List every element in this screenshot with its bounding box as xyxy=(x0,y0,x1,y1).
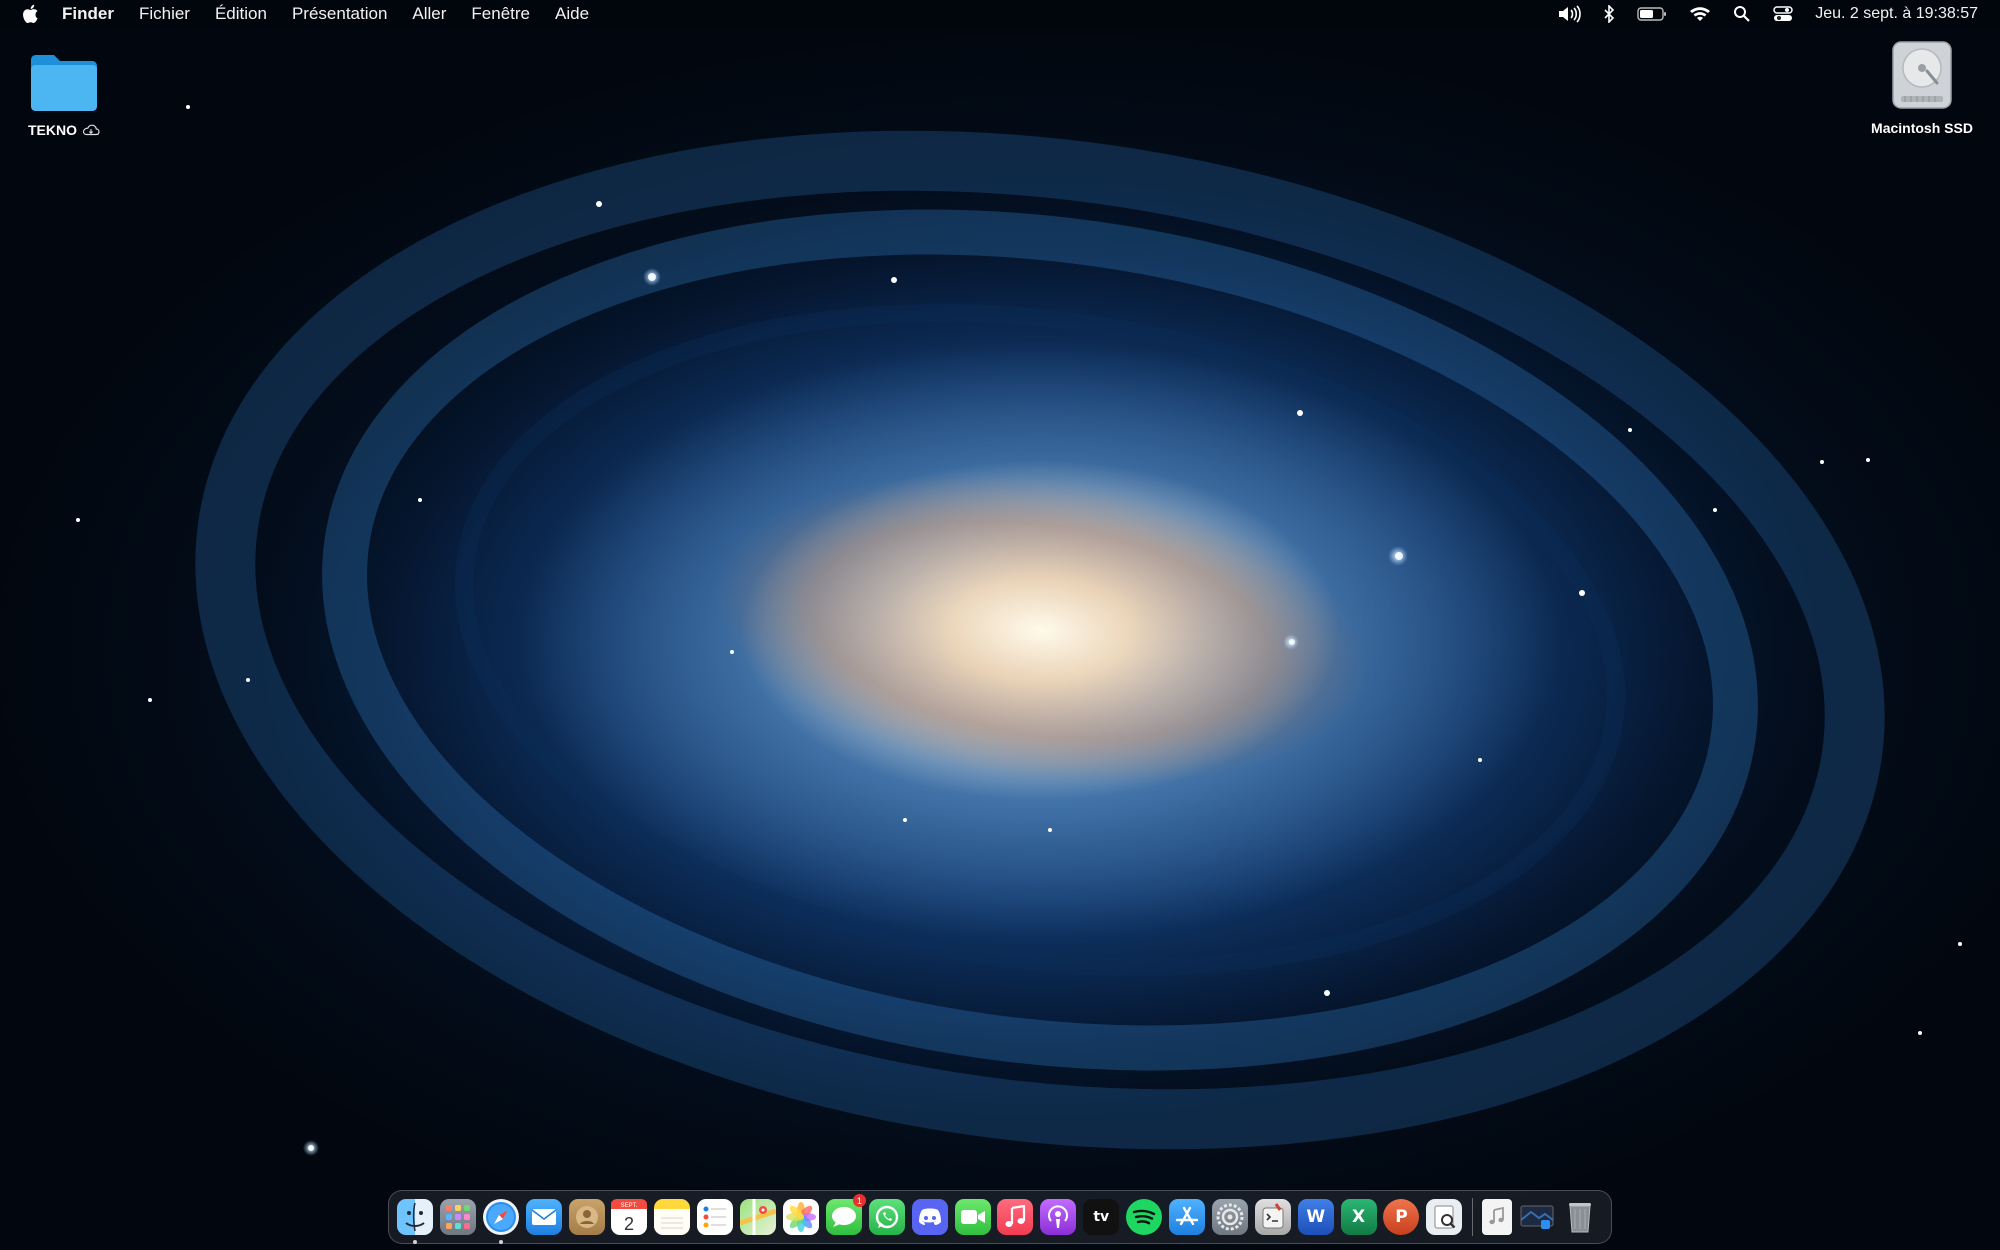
dock-app-system-preferences[interactable] xyxy=(1211,1199,1248,1235)
dock-app-preview[interactable] xyxy=(1426,1199,1463,1235)
dock-app-safari[interactable] xyxy=(482,1199,519,1244)
messages-icon xyxy=(831,1207,856,1227)
contacts-icon xyxy=(575,1206,598,1228)
dock-item-trash[interactable] xyxy=(1562,1199,1598,1235)
dock-app-maps[interactable] xyxy=(740,1199,777,1235)
finder-icon xyxy=(405,1202,425,1232)
dock-item-screenshot[interactable] xyxy=(1519,1199,1555,1235)
calendar-month: SEPT. xyxy=(621,1203,638,1209)
photos-icon xyxy=(786,1202,817,1232)
dock-app-script-editor[interactable] xyxy=(1254,1199,1291,1235)
dock-separator xyxy=(1472,1198,1474,1236)
discord-icon xyxy=(918,1208,941,1225)
whatsapp-icon xyxy=(875,1205,898,1229)
dock-app-excel[interactable]: X xyxy=(1340,1199,1377,1235)
mail-icon xyxy=(531,1209,557,1225)
dock-item-audio-file[interactable] xyxy=(1482,1199,1513,1235)
dock-app-messages[interactable]: 1 xyxy=(825,1194,866,1235)
menu-bar: Finder Fichier Édition Présentation Alle… xyxy=(0,0,2000,28)
dock-app-spotify[interactable] xyxy=(1126,1199,1163,1235)
battery-icon[interactable] xyxy=(1637,6,1667,22)
word-icon: W xyxy=(1306,1207,1326,1227)
dock-app-contacts[interactable] xyxy=(568,1199,605,1235)
menu-aller[interactable]: Aller xyxy=(412,4,446,24)
folder-icon xyxy=(31,55,97,111)
menu-fichier[interactable]: Fichier xyxy=(139,4,190,24)
running-indicator xyxy=(413,1240,417,1244)
preview-icon xyxy=(1434,1205,1456,1229)
dock-app-podcasts[interactable] xyxy=(1040,1199,1077,1235)
desktop-folder[interactable]: TEKNO xyxy=(24,52,104,138)
screenshot-stack-icon xyxy=(1520,1205,1554,1229)
dock-app-launchpad[interactable] xyxy=(439,1199,476,1235)
dock-app-discord[interactable] xyxy=(911,1199,948,1235)
dock-app-calendar[interactable]: SEPT. 2 xyxy=(611,1199,648,1235)
control-center-icon[interactable] xyxy=(1773,5,1793,23)
dock-app-facetime[interactable] xyxy=(954,1199,991,1235)
system-preferences-icon xyxy=(1216,1203,1244,1231)
facetime-icon xyxy=(960,1210,985,1224)
bluetooth-icon[interactable] xyxy=(1603,5,1615,23)
dock-app-finder[interactable] xyxy=(397,1199,433,1244)
maps-icon xyxy=(740,1199,777,1235)
reminders-icon xyxy=(703,1206,727,1228)
dock-app-powerpoint[interactable]: P xyxy=(1383,1199,1420,1235)
wifi-icon[interactable] xyxy=(1689,6,1711,22)
desktop-drive[interactable]: Macintosh SSD xyxy=(1862,38,1982,136)
safari-icon xyxy=(485,1202,516,1232)
music-icon xyxy=(1005,1205,1026,1227)
excel-icon: X xyxy=(1352,1207,1366,1227)
dock-app-appstore[interactable] xyxy=(1169,1199,1206,1235)
dock-app-reminders[interactable] xyxy=(697,1199,734,1235)
menu-clock[interactable]: Jeu. 2 sept. à 19:38:57 xyxy=(1815,5,1978,23)
spotlight-icon[interactable] xyxy=(1733,5,1751,23)
dock-app-word[interactable]: W xyxy=(1297,1199,1334,1235)
dock-app-notes[interactable] xyxy=(654,1199,691,1235)
calendar-icon: SEPT. 2 xyxy=(611,1199,648,1234)
powerpoint-icon: P xyxy=(1395,1207,1408,1227)
launchpad-icon xyxy=(445,1205,470,1229)
dock-app-music[interactable] xyxy=(997,1199,1034,1235)
folder-label: TEKNO xyxy=(28,122,77,138)
notes-icon xyxy=(661,1217,684,1229)
dock-app-mail[interactable] xyxy=(525,1199,562,1235)
calendar-day: 2 xyxy=(624,1214,634,1234)
appstore-icon xyxy=(1175,1206,1199,1226)
dock-app-whatsapp[interactable] xyxy=(868,1199,905,1235)
hard-drive-icon xyxy=(1892,41,1952,109)
menu-aide[interactable]: Aide xyxy=(555,4,589,24)
script-editor-icon xyxy=(1262,1203,1284,1229)
podcasts-icon xyxy=(1048,1205,1069,1228)
drive-label: Macintosh SSD xyxy=(1871,120,1973,136)
dock-app-photos[interactable] xyxy=(783,1199,820,1235)
running-indicator xyxy=(498,1240,503,1244)
icloud-icon xyxy=(82,124,100,136)
dock: SEPT. 2 1 tv W X P xyxy=(388,1190,1612,1244)
menu-app-name[interactable]: Finder xyxy=(62,4,114,24)
apple-icon[interactable] xyxy=(22,3,44,25)
trash-icon xyxy=(1569,1203,1592,1233)
messages-badge: 1 xyxy=(852,1194,866,1207)
dock-app-tv[interactable]: tv xyxy=(1083,1199,1120,1235)
spotify-icon xyxy=(1132,1209,1156,1225)
menu-fenetre[interactable]: Fenêtre xyxy=(471,4,530,24)
menu-edition[interactable]: Édition xyxy=(215,4,267,24)
galaxy-wallpaper xyxy=(76,105,1962,1156)
volume-icon[interactable] xyxy=(1557,5,1582,23)
audio-file-icon xyxy=(1489,1206,1505,1225)
menu-presentation[interactable]: Présentation xyxy=(292,4,387,24)
appletv-icon: tv xyxy=(1093,1209,1110,1225)
